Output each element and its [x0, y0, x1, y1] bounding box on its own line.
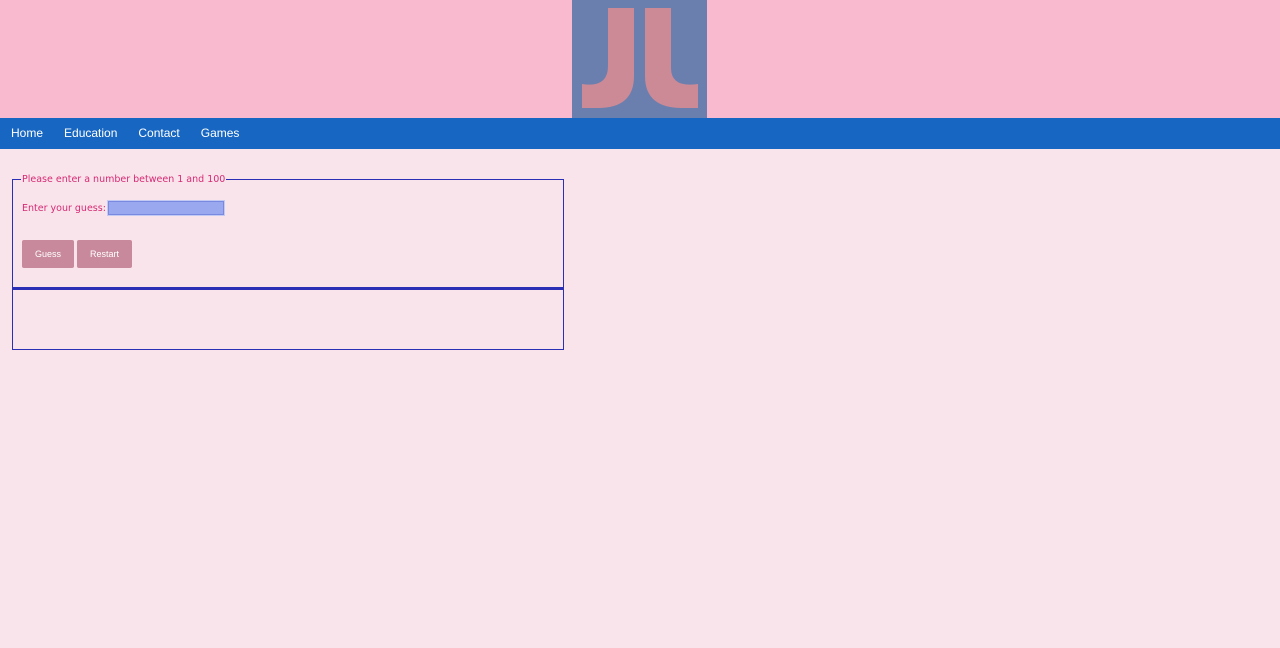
main-nav: Home Education Contact Games: [0, 118, 1280, 149]
nav-item-education[interactable]: Education: [54, 118, 128, 149]
header-banner: [0, 0, 1280, 118]
result-text: [13, 290, 563, 302]
restart-button[interactable]: Restart: [77, 240, 132, 268]
nav-item-home[interactable]: Home: [0, 118, 54, 149]
guess-label: Enter your guess:: [22, 202, 106, 214]
result-box: [12, 287, 564, 350]
panel-legend: Please enter a number between 1 and 100: [21, 173, 227, 186]
nav-item-games[interactable]: Games: [190, 118, 250, 149]
guess-input[interactable]: [106, 200, 225, 216]
jl-logo-icon[interactable]: [572, 0, 707, 118]
nav-item-contact[interactable]: Contact: [128, 118, 190, 149]
guess-row: Enter your guess:: [22, 200, 225, 216]
guess-button[interactable]: Guess: [22, 240, 74, 268]
guess-panel: Please enter a number between 1 and 100 …: [12, 173, 564, 288]
button-row: Guess Restart: [22, 240, 132, 268]
